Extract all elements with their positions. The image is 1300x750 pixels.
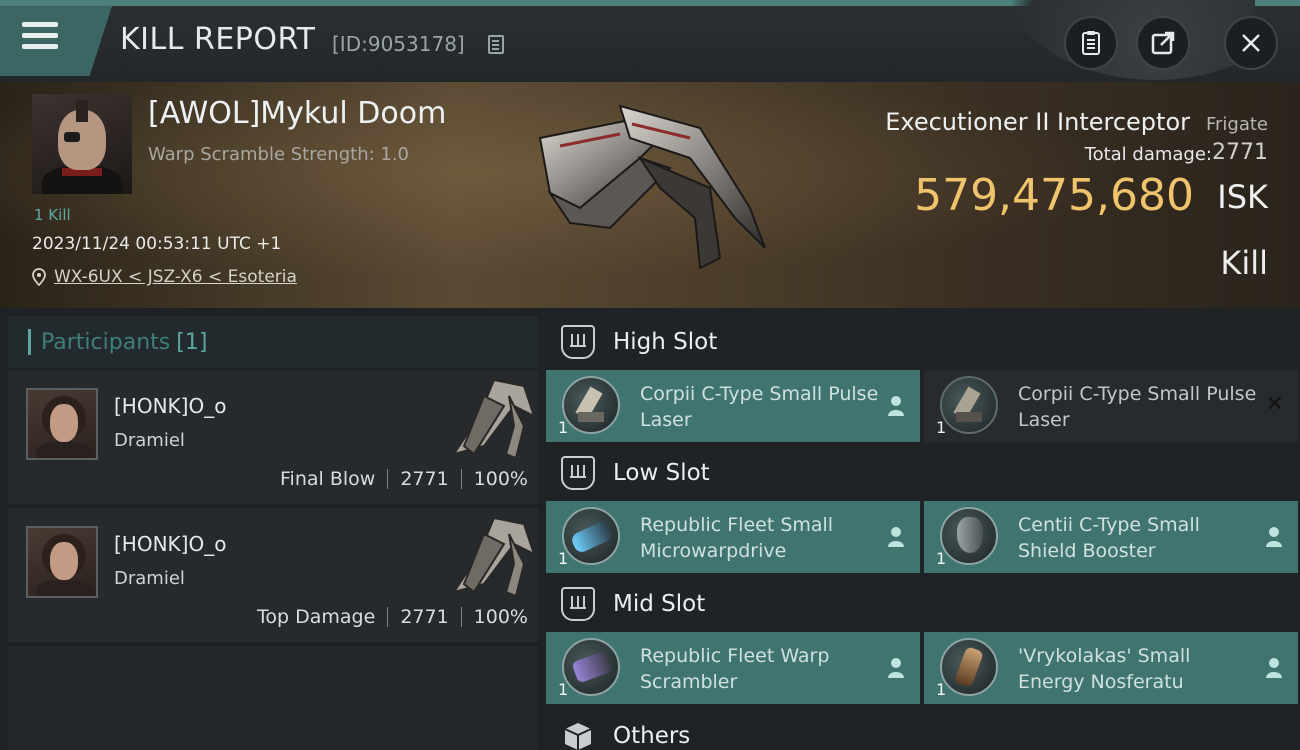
shield-booster-icon — [940, 507, 998, 565]
pilot-icon — [1266, 527, 1282, 547]
pilot-icon — [1266, 658, 1282, 678]
participant-stats: Final Blow 2771 100% — [280, 468, 528, 490]
module-name: Corpii C-Type Small Pulse Laser — [640, 383, 879, 431]
close-button[interactable] — [1224, 16, 1278, 70]
ship-image[interactable] — [520, 98, 780, 278]
victim-name[interactable]: [AWOL]Mykul Doom — [148, 96, 446, 131]
participants-empty-area — [8, 646, 538, 750]
module-mid-2[interactable]: 1 'Vrykolakas' Small Energy Nosferatu — [924, 632, 1298, 704]
module-low-2[interactable]: 1 Centii C-Type Small Shield Booster — [924, 501, 1298, 573]
participant-role: Final Blow — [280, 468, 376, 490]
others-title: Others — [613, 723, 691, 749]
kill-id: [ID:9053178] — [332, 32, 465, 56]
hamburger-menu-icon[interactable] — [22, 22, 66, 62]
module-quantity: 1 — [558, 418, 569, 437]
laser-icon — [562, 376, 620, 434]
isk-value: 579,475,680 — [914, 170, 1194, 221]
participants-label: Participants — [41, 329, 171, 355]
pilot-icon — [888, 527, 904, 547]
copy-id-icon[interactable] — [488, 35, 504, 54]
ship-name[interactable]: Executioner II Interceptor — [885, 108, 1190, 136]
participant-ship: Dramiel — [114, 568, 185, 589]
participant-stats: Top Damage 2771 100% — [257, 606, 528, 628]
participant-row[interactable]: [HONK]O_o Dramiel Final Blow 2771 100% — [8, 370, 538, 504]
participant-percent: 100% — [473, 606, 528, 628]
nosferatu-icon — [940, 638, 998, 696]
share-icon — [1151, 31, 1175, 55]
high-slot-header: High Slot — [561, 320, 717, 364]
destroyed-x-icon: ✕ — [1265, 392, 1284, 417]
share-button[interactable] — [1136, 16, 1190, 70]
participant-name: [HONK]O_o — [114, 532, 227, 556]
module-quantity: 1 — [936, 549, 947, 568]
participant-role: Top Damage — [257, 606, 376, 628]
microwarpdrive-icon — [562, 507, 620, 565]
low-slot-title: Low Slot — [613, 460, 710, 486]
participant-ship: Dramiel — [114, 430, 185, 451]
mid-slot-header: Mid Slot — [561, 582, 705, 626]
participants-count: [1] — [176, 329, 208, 355]
location-link[interactable]: WX-6UX < JSZ-X6 < Esoteria — [54, 267, 297, 287]
module-high-1[interactable]: 1 Corpii C-Type Small Pulse Laser — [546, 370, 920, 442]
participant-percent: 100% — [473, 468, 528, 490]
participant-damage: 2771 — [400, 468, 449, 490]
total-damage-label: Total damage: — [1084, 144, 1212, 165]
high-slot-title: High Slot — [613, 329, 718, 355]
module-low-1[interactable]: 1 Republic Fleet Small Microwarpdrive — [546, 501, 920, 573]
participant-ship-image[interactable] — [424, 514, 536, 598]
header-accent-line — [0, 0, 1300, 6]
isk-unit: ISK — [1217, 178, 1268, 216]
participant-avatar[interactable] — [26, 388, 98, 460]
pilot-icon — [888, 396, 904, 416]
mid-slot-icon — [561, 587, 595, 621]
module-high-2[interactable]: 1 Corpii C-Type Small Pulse Laser ✕ — [924, 370, 1298, 442]
participant-avatar[interactable] — [26, 526, 98, 598]
cargo-box-icon — [564, 723, 592, 750]
low-slot-icon — [561, 456, 595, 490]
warp-scramble-strength: Warp Scramble Strength: 1.0 — [148, 144, 410, 165]
participants-header: Participants [1] — [8, 316, 538, 368]
module-quantity: 1 — [558, 680, 569, 699]
participant-row[interactable]: [HONK]O_o Dramiel Top Damage 2771 100% — [8, 508, 538, 642]
kill-status: Kill — [1220, 244, 1268, 282]
planet-backdrop — [1005, 0, 1255, 82]
fitting-panel: High Slot 1 Corpii C-Type Small Pulse La… — [541, 308, 1300, 750]
clipboard-icon — [1082, 31, 1100, 55]
kill-timestamp: 2023/11/24 00:53:11 UTC +1 — [32, 234, 282, 254]
module-name: Corpii C-Type Small Pulse Laser — [1018, 383, 1257, 431]
module-mid-1[interactable]: 1 Republic Fleet Warp Scrambler — [546, 632, 920, 704]
laser-icon — [940, 376, 998, 434]
pilot-icon — [888, 658, 904, 678]
module-name: 'Vrykolakas' Small Energy Nosferatu — [1018, 645, 1191, 693]
participant-ship-image[interactable] — [424, 376, 536, 460]
module-quantity: 1 — [936, 418, 947, 437]
page-title: KILL REPORT — [120, 22, 316, 57]
location-row: WX-6UX < JSZ-X6 < Esoteria — [32, 267, 297, 287]
ship-class: Frigate — [1205, 114, 1268, 135]
high-slot-icon — [561, 325, 595, 359]
warp-scrambler-icon — [562, 638, 620, 696]
victim-kill-count: 1 Kill — [34, 206, 71, 224]
others-header: Others — [561, 714, 690, 750]
location-pin-icon — [32, 268, 46, 286]
top-bar: KILL REPORT [ID:9053178] — [0, 0, 1300, 82]
mid-slot-title: Mid Slot — [613, 591, 706, 617]
module-name: Centii C-Type Small Shield Booster — [1018, 514, 1200, 562]
total-damage-value: 2771 — [1212, 140, 1268, 165]
module-name: Republic Fleet Small Microwarpdrive — [640, 514, 834, 562]
module-name: Republic Fleet Warp Scrambler — [640, 645, 830, 693]
low-slot-header: Low Slot — [561, 451, 710, 495]
participant-name: [HONK]O_o — [114, 394, 227, 418]
close-icon — [1242, 34, 1260, 52]
victim-avatar[interactable] — [32, 94, 132, 194]
module-quantity: 1 — [558, 549, 569, 568]
clipboard-button[interactable] — [1064, 16, 1118, 70]
participant-damage: 2771 — [400, 606, 449, 628]
victim-banner: [AWOL]Mykul Doom Warp Scramble Strength:… — [0, 82, 1300, 308]
participants-panel: Participants [1] [HONK]O_o Dramiel Final… — [0, 308, 541, 750]
module-quantity: 1 — [936, 680, 947, 699]
